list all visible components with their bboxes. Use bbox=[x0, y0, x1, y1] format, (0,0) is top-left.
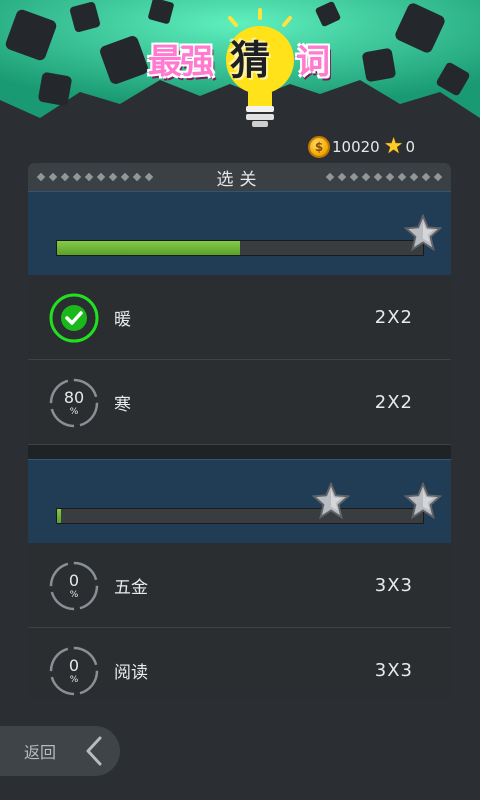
stage-header-2 bbox=[28, 459, 451, 543]
check-complete-icon bbox=[49, 293, 99, 343]
level-grid-size: 3X3 bbox=[374, 574, 413, 596]
level-grid-size: 2X2 bbox=[374, 306, 413, 328]
level-percent: 80 % bbox=[48, 377, 100, 429]
logo-text-part-3: 词 bbox=[296, 42, 330, 82]
level-grid-size: 2X2 bbox=[374, 391, 413, 413]
stage-separator bbox=[28, 445, 451, 459]
logo-text-part-1: 最强 bbox=[148, 42, 214, 82]
coin-count: 10020 bbox=[332, 138, 380, 156]
title-decoration-left bbox=[36, 163, 154, 191]
panel-title: 选关 bbox=[216, 169, 263, 190]
level-word: 阅读 bbox=[114, 662, 148, 683]
star-icon bbox=[312, 482, 350, 520]
stage-progress-bar bbox=[56, 240, 424, 256]
back-button[interactable]: 返回 bbox=[0, 726, 120, 776]
level-word: 寒 bbox=[114, 394, 131, 415]
star-count: 0 bbox=[405, 138, 415, 156]
logo-text-part-2: 猜 bbox=[230, 38, 270, 84]
level-row[interactable]: 0 % 阅读 3X3 bbox=[28, 628, 451, 698]
level-word: 五金 bbox=[114, 577, 148, 598]
percent-value: 0 bbox=[68, 655, 80, 675]
percent-sign: % bbox=[69, 674, 79, 685]
game-logo: 最强 猜 词 bbox=[148, 6, 348, 130]
stage-progress-fill bbox=[57, 241, 240, 255]
stage-header-1 bbox=[28, 191, 451, 275]
chevron-left-icon bbox=[86, 736, 102, 766]
percent-value: 0 bbox=[68, 570, 80, 590]
level-grid-size: 3X3 bbox=[374, 659, 413, 681]
percent-sign: % bbox=[69, 406, 79, 417]
level-percent: 0 % bbox=[48, 645, 100, 697]
level-word: 暖 bbox=[114, 309, 131, 330]
stage-progress-bar bbox=[56, 508, 424, 524]
back-button-label: 返回 bbox=[24, 743, 57, 762]
currency-display: $ 10020 ★ 0 bbox=[308, 134, 415, 160]
level-percent: 0 % bbox=[48, 560, 100, 612]
star-icon: ★ bbox=[383, 134, 404, 159]
header-banner: 最强 猜 词 $ 10020 ★ 0 bbox=[0, 0, 480, 160]
stage-progress-fill bbox=[57, 509, 61, 523]
percent-sign: % bbox=[69, 589, 79, 600]
level-row[interactable]: 0 % 五金 3X3 bbox=[28, 543, 451, 628]
star-icon bbox=[404, 482, 442, 520]
level-row[interactable]: 暖 2X2 bbox=[28, 275, 451, 360]
title-decoration-right bbox=[325, 163, 443, 191]
star-icon bbox=[404, 214, 442, 252]
dollar-coin-icon: $ bbox=[308, 136, 330, 158]
percent-value: 80 bbox=[63, 387, 85, 407]
level-select-panel: 选关 暖 2X2 80 % 寒 2X2 0 % 五金 3X3 0 % 阅读 3X… bbox=[28, 163, 451, 698]
level-row[interactable]: 80 % 寒 2X2 bbox=[28, 360, 451, 445]
panel-title-bar: 选关 bbox=[28, 163, 451, 191]
